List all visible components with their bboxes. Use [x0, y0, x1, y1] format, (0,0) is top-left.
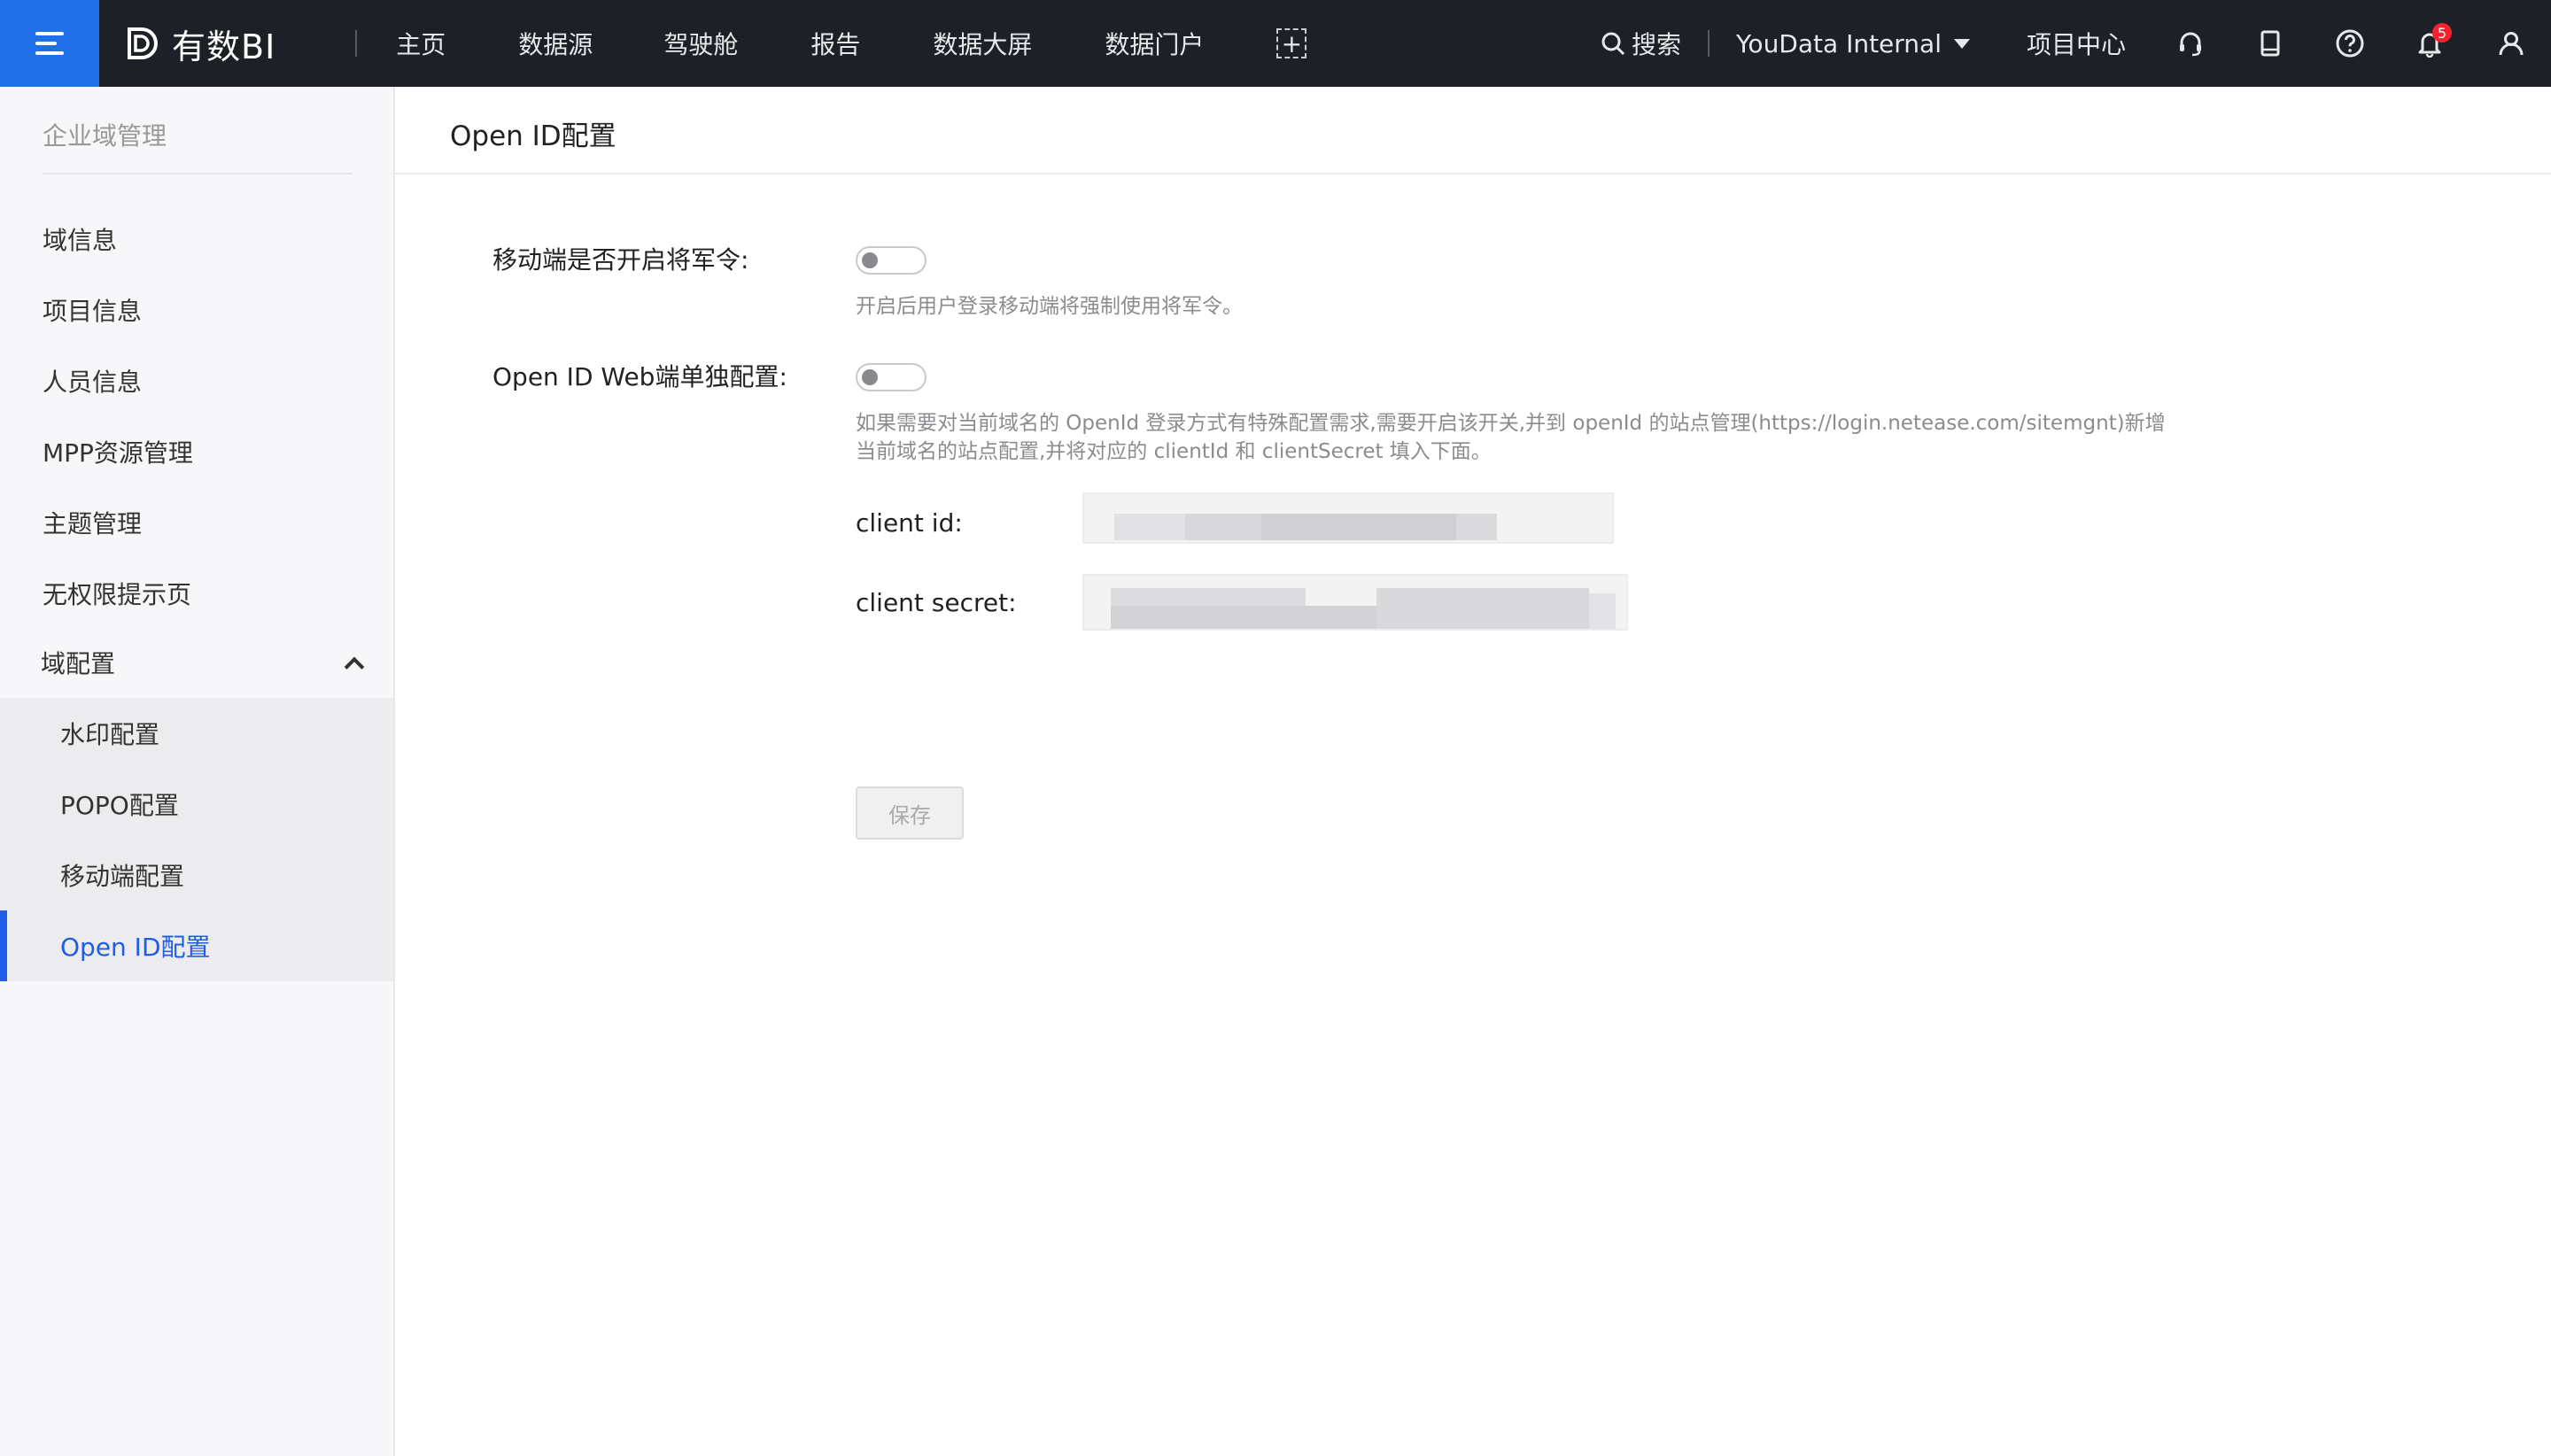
- sidebar-group-domain-config[interactable]: 域配置: [41, 645, 368, 680]
- org-switcher[interactable]: YouData Internal: [1736, 29, 1970, 58]
- sidebar-subitem-openid[interactable]: Open ID配置: [60, 928, 211, 964]
- bell-icon[interactable]: 5: [2415, 23, 2452, 58]
- topbar-divider: [1708, 30, 1710, 57]
- org-label: YouData Internal: [1736, 28, 1942, 58]
- sidebar-item-mpp-resource[interactable]: MPP资源管理: [43, 434, 193, 469]
- mobile-token-switch[interactable]: [856, 246, 927, 275]
- sidebar-submenu: 水印配置 POPO配置 移动端配置 Open ID配置: [0, 698, 393, 981]
- top-navigation-bar: 有数BI 主页 数据源 驾驶舱 报告 数据大屏 数据门户 + 搜索 YouDat…: [0, 0, 2551, 87]
- help-icon[interactable]: [2335, 28, 2365, 58]
- sidebar-subitem-mobile[interactable]: 移动端配置: [60, 857, 184, 893]
- brand-logo[interactable]: 有数BI: [124, 0, 275, 87]
- web-toggle-hint-line1: 如果需要对当前域名的 OpenId 登录方式有特殊配置需求,需要开启该开关,并到…: [856, 412, 2166, 435]
- sidebar-item-project-info[interactable]: 项目信息: [43, 292, 142, 328]
- sidebar-subitem-popo[interactable]: POPO配置: [60, 786, 179, 822]
- youdata-logo-icon: [128, 27, 158, 59]
- search-icon: [1601, 32, 1625, 56]
- web-toggle-label: Open ID Web端单独配置:: [492, 362, 787, 391]
- headset-icon[interactable]: [2175, 28, 2206, 58]
- add-tab-icon[interactable]: +: [1276, 28, 1307, 58]
- nav-bigscreen[interactable]: 数据大屏: [933, 26, 1032, 61]
- sidebar-divider: [43, 173, 353, 174]
- nav-report[interactable]: 报告: [810, 26, 860, 61]
- client-id-label: client id:: [856, 508, 963, 538]
- sidebar-item-member-info[interactable]: 人员信息: [43, 363, 142, 399]
- notification-badge: 5: [2432, 23, 2452, 43]
- sidebar-title: 企业域管理: [43, 121, 167, 151]
- sidebar-group-label: 域配置: [41, 649, 116, 678]
- page-header: Open ID配置: [395, 87, 2551, 174]
- mobile-toggle-label: 移动端是否开启将军令:: [492, 245, 749, 275]
- openid-web-switch[interactable]: [856, 363, 927, 391]
- sidebar-item-no-permission-page[interactable]: 无权限提示页: [43, 576, 191, 611]
- sidebar-item-theme[interactable]: 主题管理: [43, 505, 142, 540]
- mobile-toggle-hint: 开启后用户登录移动端将强制使用将军令。: [856, 295, 1243, 318]
- sidebar-subitem-watermark[interactable]: 水印配置: [60, 716, 159, 751]
- book-icon[interactable]: [2255, 28, 2285, 58]
- client-id-input[interactable]: [1082, 492, 1614, 544]
- chevron-up-icon: [344, 656, 365, 678]
- brand-name: 有数BI: [172, 27, 276, 66]
- save-button[interactable]: 保存: [856, 786, 964, 840]
- nav-portal[interactable]: 数据门户: [1105, 26, 1204, 61]
- switch-knob: [862, 252, 878, 268]
- nav-datasource[interactable]: 数据源: [518, 26, 593, 61]
- client-secret-label: client secret:: [856, 588, 1017, 617]
- active-indicator: [0, 910, 7, 981]
- nav-divider: [355, 30, 358, 57]
- sidebar-item-domain-info[interactable]: 域信息: [43, 221, 117, 257]
- page-title: Open ID配置: [450, 120, 616, 152]
- switch-knob: [862, 369, 878, 385]
- topbar-right: 搜索 YouData Internal 项目中心 5: [1600, 0, 2551, 87]
- client-secret-input[interactable]: [1082, 574, 1628, 631]
- web-toggle-hint-line2: 当前域名的站点配置,并将对应的 clientId 和 clientSecret …: [856, 440, 1492, 463]
- user-icon[interactable]: [2496, 28, 2526, 58]
- project-center-link[interactable]: 项目中心: [2027, 26, 2126, 61]
- search-label: 搜索: [1632, 30, 1682, 59]
- nav-cockpit[interactable]: 驾驶舱: [663, 26, 738, 61]
- search-button[interactable]: 搜索: [1600, 26, 1681, 61]
- main-nav: 主页 数据源 驾驶舱 报告 数据大屏 数据门户 +: [396, 26, 1307, 61]
- caret-down-icon: [1953, 38, 1970, 49]
- nav-home[interactable]: 主页: [396, 26, 446, 61]
- sidebar: 企业域管理 域信息 项目信息 人员信息 MPP资源管理 主题管理 无权限提示页 …: [0, 87, 395, 1456]
- hamburger-menu-icon[interactable]: [0, 0, 99, 87]
